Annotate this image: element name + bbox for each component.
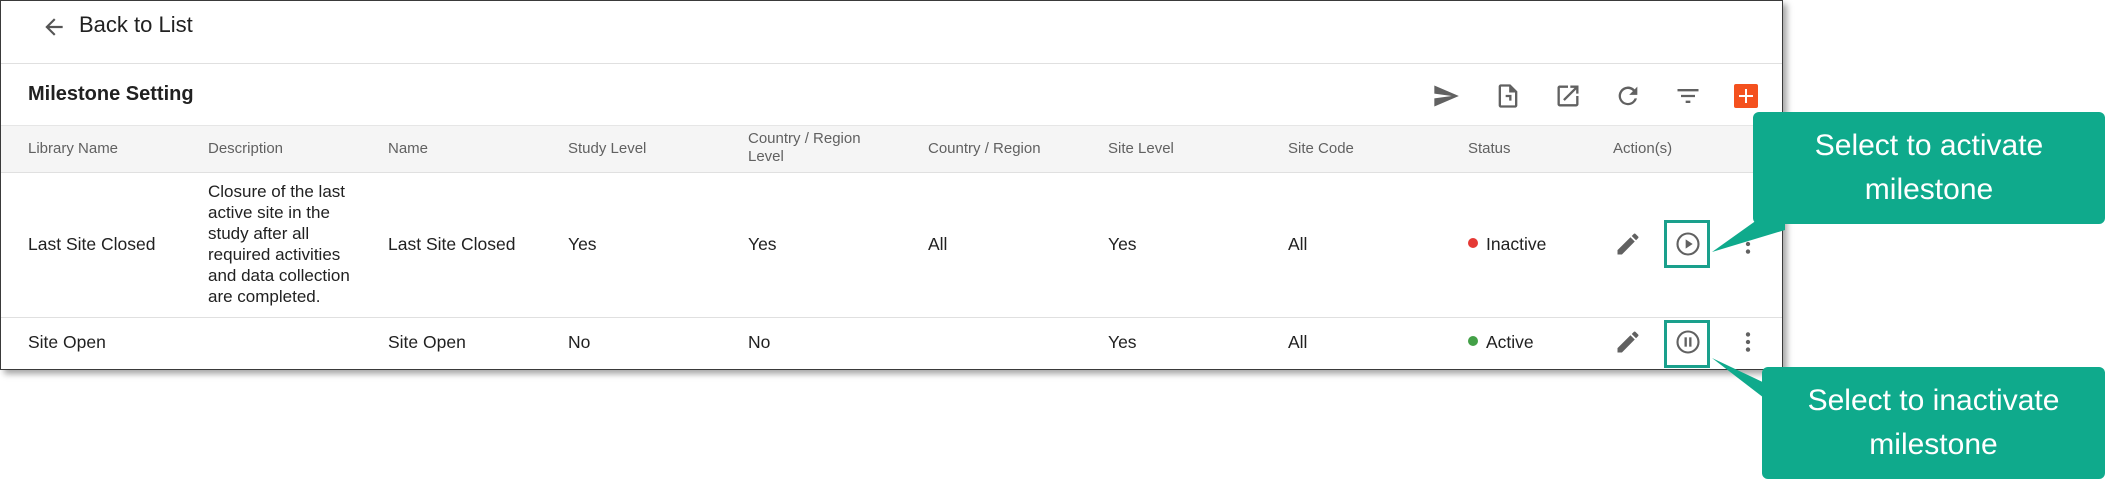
inactivate-callout: Select to inactivate milestone xyxy=(1762,367,2105,479)
activate-callout-text: Select to activate milestone xyxy=(1814,129,2044,206)
inactivate-callout-text: Select to inactivate milestone xyxy=(1807,384,2060,461)
activate-callout: Select to activate milestone xyxy=(1753,112,2105,224)
